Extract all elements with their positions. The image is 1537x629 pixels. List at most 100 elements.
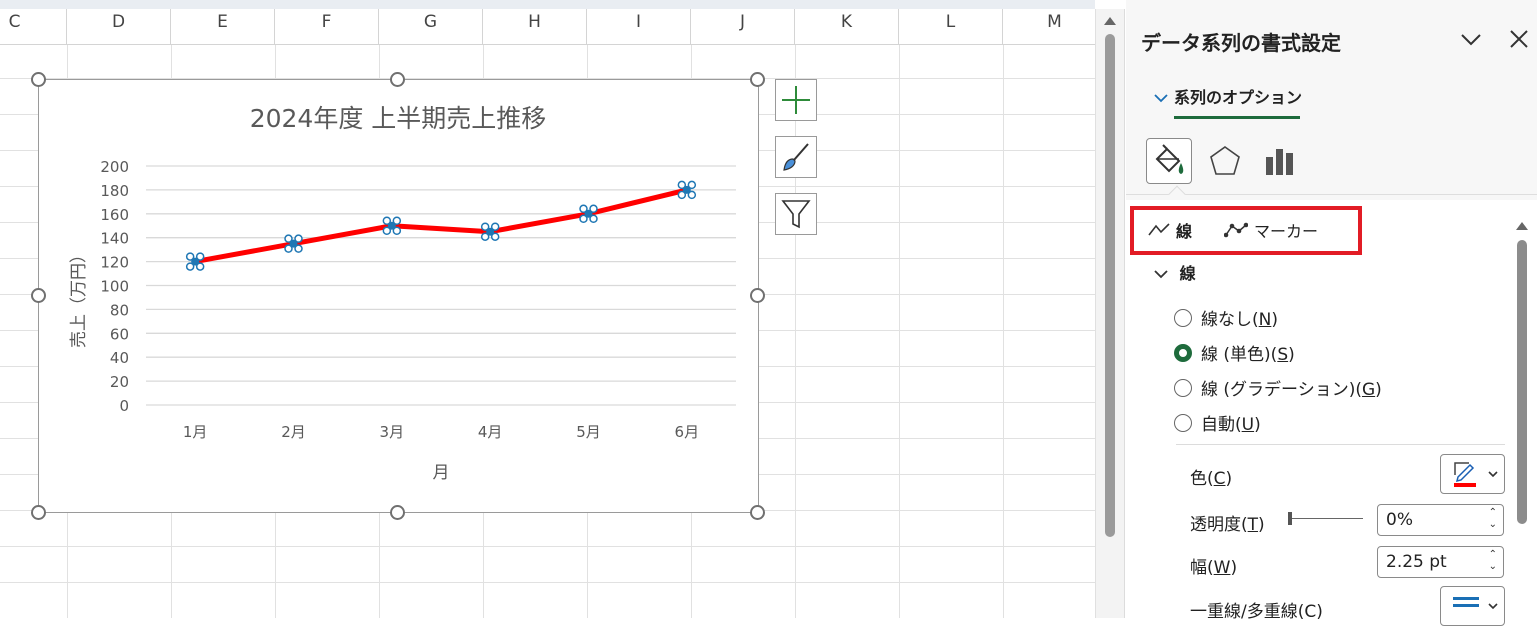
resize-handle-top-left[interactable] — [31, 72, 46, 87]
resize-handle-top-right[interactable] — [750, 72, 765, 87]
compound-lines-icon — [1453, 597, 1498, 610]
y-tick-label: 140 — [100, 230, 129, 248]
filter-icon — [781, 200, 811, 229]
transparency-slider-thumb[interactable] — [1288, 512, 1292, 525]
x-tick-label: 3月 — [380, 423, 405, 441]
column-header-g[interactable]: G — [379, 9, 483, 44]
chart-elements-button[interactable] — [775, 79, 817, 121]
effects-category-button[interactable] — [1202, 138, 1248, 184]
radio-button[interactable] — [1174, 308, 1192, 327]
radio-option-s[interactable]: 線 (単色)(S) — [1174, 340, 1295, 365]
resize-handle-top[interactable] — [390, 72, 405, 87]
highlight-box — [1130, 206, 1362, 255]
column-header-f[interactable]: F — [275, 9, 379, 44]
series-options-category-button[interactable] — [1257, 138, 1303, 184]
column-header-d[interactable]: D — [67, 9, 171, 44]
y-tick-label: 40 — [110, 349, 129, 367]
radio-option-n[interactable]: 線なし(N) — [1174, 305, 1278, 330]
compound-type-button[interactable] — [1440, 586, 1505, 626]
x-axis-title[interactable]: 月 — [433, 463, 450, 483]
grid-row-line — [0, 546, 1095, 547]
sheet-vertical-scrollbar[interactable] — [1095, 9, 1125, 618]
pen-color-icon — [1454, 462, 1498, 487]
chevron-down-icon — [1154, 270, 1168, 279]
radio-option-u[interactable]: 自動(U) — [1174, 410, 1261, 435]
y-tick-label: 100 — [100, 278, 129, 296]
spinner-arrows-icon[interactable]: ⌃ ⌄ — [1489, 507, 1497, 531]
column-header-h[interactable]: H — [483, 9, 587, 44]
x-tick-label: 5月 — [576, 423, 601, 441]
scroll-thumb[interactable] — [1517, 240, 1527, 524]
close-icon[interactable] — [1509, 28, 1529, 56]
resize-handle-bottom[interactable] — [390, 505, 405, 520]
plot-area[interactable]: 0 20 40 60 80 100 120 140 160 180 200 1月 2月 3月 4月 5月 6月 — [100, 158, 736, 441]
radio-label: 線なし(N) — [1201, 310, 1278, 330]
line-section-label: 線 — [1179, 264, 1196, 283]
transparency-label: 透明度(T) — [1190, 515, 1265, 535]
column-header-row: CDEFGHIJKLM — [0, 9, 1107, 45]
series-options-underline — [1174, 116, 1300, 119]
series-line[interactable] — [194, 187, 688, 265]
y-tick-label: 180 — [100, 182, 129, 200]
scroll-up-arrow-icon[interactable] — [1516, 222, 1528, 230]
line-color-picker-button[interactable] — [1440, 454, 1505, 494]
y-tick-label: 200 — [100, 158, 129, 176]
x-tick-label: 6月 — [675, 423, 700, 441]
resize-handle-bottom-left[interactable] — [31, 505, 46, 520]
radio-option-g[interactable]: 線 (グラデーション)(G) — [1174, 375, 1382, 400]
radio-button[interactable] — [1174, 413, 1192, 432]
scroll-up-arrow-icon[interactable] — [1104, 17, 1116, 25]
y-tick-label: 80 — [110, 301, 129, 319]
chart-styles-button[interactable] — [775, 136, 817, 178]
series-options-dropdown[interactable]: 系列のオプション — [1154, 84, 1302, 108]
pane-divider — [1126, 194, 1537, 195]
chart-filters-button[interactable] — [775, 193, 817, 235]
resize-handle-bottom-right[interactable] — [750, 505, 765, 520]
compound-type-label: 一重線/多重線(C) — [1190, 602, 1323, 622]
format-data-series-pane: データ系列の書式設定 系列のオプション 線 マーカー 線 線なし(N) 線 (単… — [1126, 0, 1537, 626]
column-header-i[interactable]: I — [587, 9, 691, 44]
column-header-l[interactable]: L — [899, 9, 1003, 44]
radio-button[interactable] — [1174, 378, 1192, 397]
chart-area[interactable]: 2024年度 上半期売上推移 月 売上（万円） 0 20 40 60 80 100 120 1… — [38, 79, 759, 513]
series-options-label: 系列のオプション — [1174, 88, 1303, 107]
y-tick-label: 120 — [100, 254, 129, 272]
pane-title: データ系列の書式設定 — [1141, 31, 1341, 55]
radio-button[interactable] — [1174, 343, 1192, 362]
y-axis-title[interactable]: 売上（万円） — [69, 246, 89, 348]
radio-label: 線 (単色)(S) — [1201, 345, 1295, 365]
width-spinner[interactable]: 2.25 pt ⌃ ⌄ — [1377, 546, 1504, 578]
bar-chart-icon — [1266, 149, 1293, 175]
chevron-down-icon — [1154, 88, 1174, 107]
color-label: 色(C) — [1190, 469, 1233, 489]
spinner-arrows-icon[interactable]: ⌃ ⌄ — [1489, 549, 1497, 573]
section-separator — [1176, 444, 1505, 445]
width-value[interactable]: 2.25 pt — [1386, 552, 1447, 572]
resize-handle-left[interactable] — [31, 288, 46, 303]
fill-line-category-button[interactable] — [1146, 138, 1192, 184]
column-header-k[interactable]: K — [795, 9, 899, 44]
radio-label: 線 (グラデーション)(G) — [1201, 380, 1382, 400]
line-section-header[interactable]: 線 — [1154, 260, 1196, 284]
transparency-slider[interactable] — [1291, 518, 1363, 519]
paint-bucket-icon — [1155, 144, 1184, 174]
ribbon-edge — [0, 0, 1095, 9]
pane-vertical-scrollbar[interactable] — [1508, 214, 1537, 618]
pane-options-chevron-icon[interactable] — [1460, 28, 1482, 56]
transparency-value[interactable]: 0% — [1386, 510, 1413, 530]
chart-title[interactable]: 2024年度 上半期売上推移 — [250, 104, 547, 133]
x-tick-label: 4月 — [478, 423, 503, 441]
resize-handle-right[interactable] — [750, 288, 765, 303]
transparency-spinner[interactable]: 0% ⌃ ⌄ — [1377, 504, 1504, 536]
scroll-thumb[interactable] — [1105, 34, 1115, 537]
grid-column-line — [795, 45, 796, 618]
y-tick-label: 60 — [110, 325, 129, 343]
line-chart[interactable]: 2024年度 上半期売上推移 月 売上（万円） 0 20 40 60 80 100 120 1… — [39, 80, 758, 512]
radio-label: 自動(U) — [1201, 415, 1261, 435]
column-header-m[interactable]: M — [1003, 9, 1107, 44]
column-header-c[interactable]: C — [0, 9, 67, 44]
column-header-j[interactable]: J — [691, 9, 795, 44]
column-header-e[interactable]: E — [171, 9, 275, 44]
y-tick-label: 20 — [110, 373, 129, 391]
grid-column-line — [1003, 45, 1004, 618]
